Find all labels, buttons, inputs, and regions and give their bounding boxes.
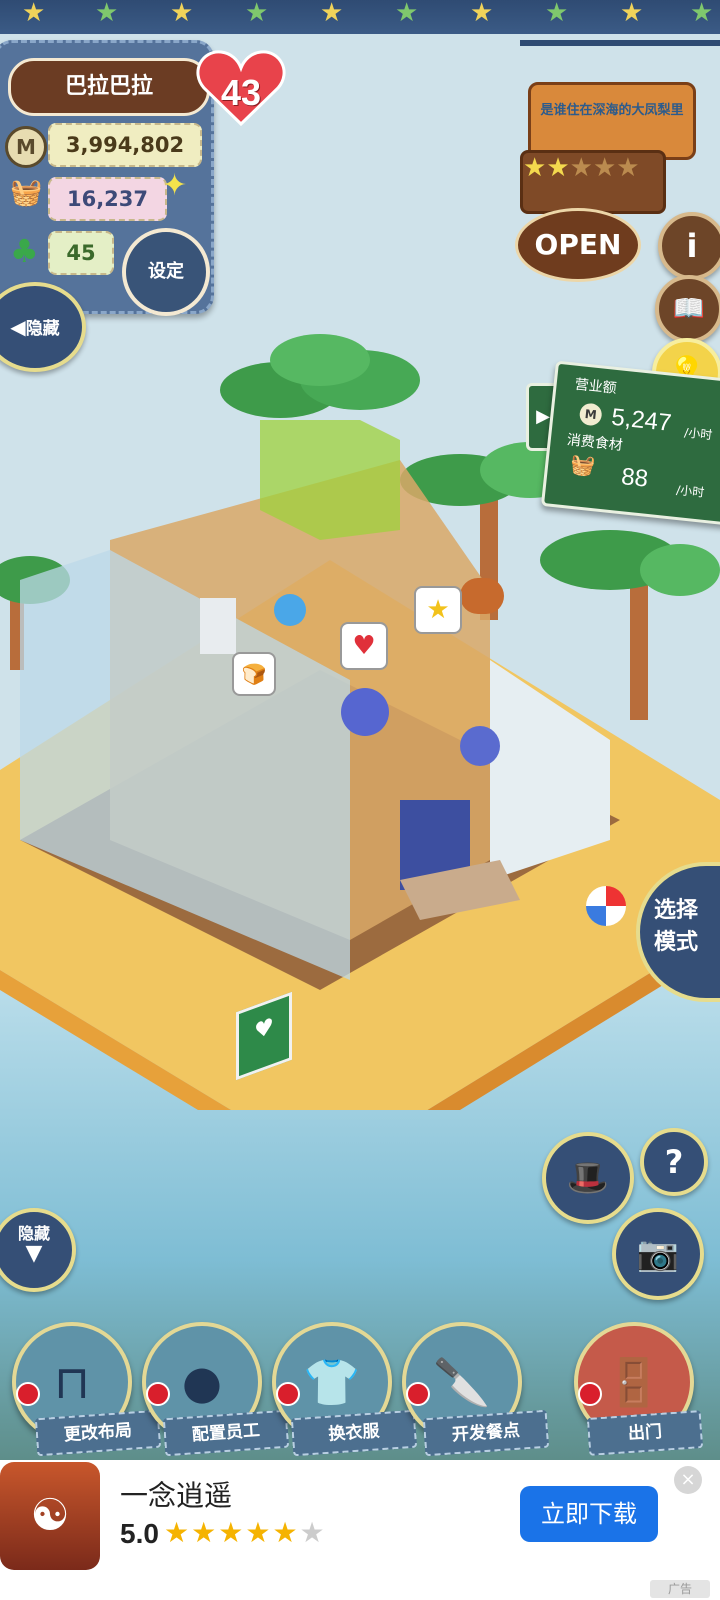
coin-icon: M <box>578 402 603 427</box>
top-bunting: ★ ★ ★ ★ ★ ★ ★ ★ ★ ★ <box>0 0 720 34</box>
select-mode-label: 选择模式 <box>653 898 698 955</box>
notification-pin <box>406 1382 430 1406</box>
go-out-label: 出门 <box>586 1410 704 1456</box>
clovers-value: 45 <box>48 231 114 275</box>
clover-icon: ♣ <box>10 232 39 270</box>
shop-rating-stars: ★★★★★ <box>520 150 666 214</box>
food-bubble-icon: 🍞 <box>232 652 276 696</box>
notification-pin <box>578 1382 602 1406</box>
ad-rating-stars: ★★★★★★ <box>164 1516 327 1549</box>
restaurant-building[interactable] <box>20 420 620 990</box>
open-sign[interactable]: OPEN <box>515 208 641 282</box>
food-consumption-unit: /小时 <box>675 482 705 500</box>
ad-download-button[interactable]: 立即下载 <box>520 1486 658 1542</box>
game-app-icon[interactable]: ☯ <box>0 1462 100 1570</box>
food-basket-icon: 🧺 <box>569 451 597 479</box>
star-icon: ★ <box>592 153 617 183</box>
settings-button[interactable]: 设定 <box>122 228 210 316</box>
revenue-value: 5,247 <box>610 403 673 437</box>
star-icon: ★ <box>569 153 593 183</box>
camera-icon[interactable]: 📷 <box>612 1208 704 1300</box>
ad-rating-value: 5.0 <box>120 1518 159 1549</box>
player-level: 43 <box>220 72 262 113</box>
coins-value: 3,994,802 <box>48 123 202 167</box>
star-icon: ★ <box>523 153 547 183</box>
star-icon: ★ <box>616 153 640 183</box>
sparkle-icon: ✦ <box>162 168 188 203</box>
food-basket-icon: 🧺 <box>10 178 43 208</box>
revenue-label: 营业额 <box>573 376 618 397</box>
star-bubble-icon: ★ <box>414 586 462 634</box>
recipe-book-icon[interactable]: 📖 <box>655 275 720 343</box>
ad-tag: 广告 <box>650 1580 710 1598</box>
arrow-left-icon: ◀ <box>10 315 26 339</box>
star-icon: ★ <box>546 153 570 183</box>
revenue-board: 营业额 M 5,247 /小时 消费食材 🧺 88 /小时 <box>540 360 720 526</box>
shop-motto-sign[interactable]: 是谁住在深海的大凤梨里 <box>528 82 696 160</box>
star-icon: ★ <box>191 1516 219 1549</box>
knife-icon: 🔪 <box>433 1355 491 1409</box>
arrow-down-icon: ▼ <box>25 1241 43 1266</box>
heart-bubble-icon: ♥ <box>340 622 388 670</box>
star-icon: ★ <box>245 1516 273 1549</box>
table-icon: ⊓ <box>54 1355 90 1409</box>
star-empty-icon: ★ <box>299 1516 327 1549</box>
star-icon: ★ <box>164 1516 192 1549</box>
ad-app-title[interactable]: 一念逍遥 <box>120 1474 232 1514</box>
info-icon[interactable]: i <box>658 212 720 280</box>
notification-pin <box>16 1382 40 1406</box>
star-icon: ★ <box>272 1516 300 1549</box>
sign-bracket <box>520 40 720 46</box>
game-screen: ♥ ★ 🍞 ♥ ★ ★ ★ ★ ★ ★ ★ ★ ★ ★ 巴拉巴拉 43 M 3,… <box>0 0 720 1600</box>
beach-ball <box>586 886 626 926</box>
notification-pin <box>276 1382 300 1406</box>
door-icon: 🚪 <box>605 1355 663 1409</box>
food-value: 16,237 <box>48 177 167 221</box>
shirt-icon: 👕 <box>303 1355 361 1409</box>
notification-pin <box>146 1382 170 1406</box>
hide-label: 隐藏 <box>25 319 60 339</box>
food-consumption-value: 88 <box>619 463 650 493</box>
coin-icon: M <box>5 126 47 168</box>
hat-icon[interactable]: 🎩 <box>542 1132 634 1224</box>
mouse-head-icon: ● <box>181 1355 223 1409</box>
player-name: 巴拉巴拉 <box>8 58 210 116</box>
star-icon: ★ <box>218 1516 246 1549</box>
close-icon[interactable]: × <box>674 1466 702 1494</box>
revenue-unit: /小时 <box>683 425 713 443</box>
help-button[interactable]: ? <box>640 1128 708 1196</box>
